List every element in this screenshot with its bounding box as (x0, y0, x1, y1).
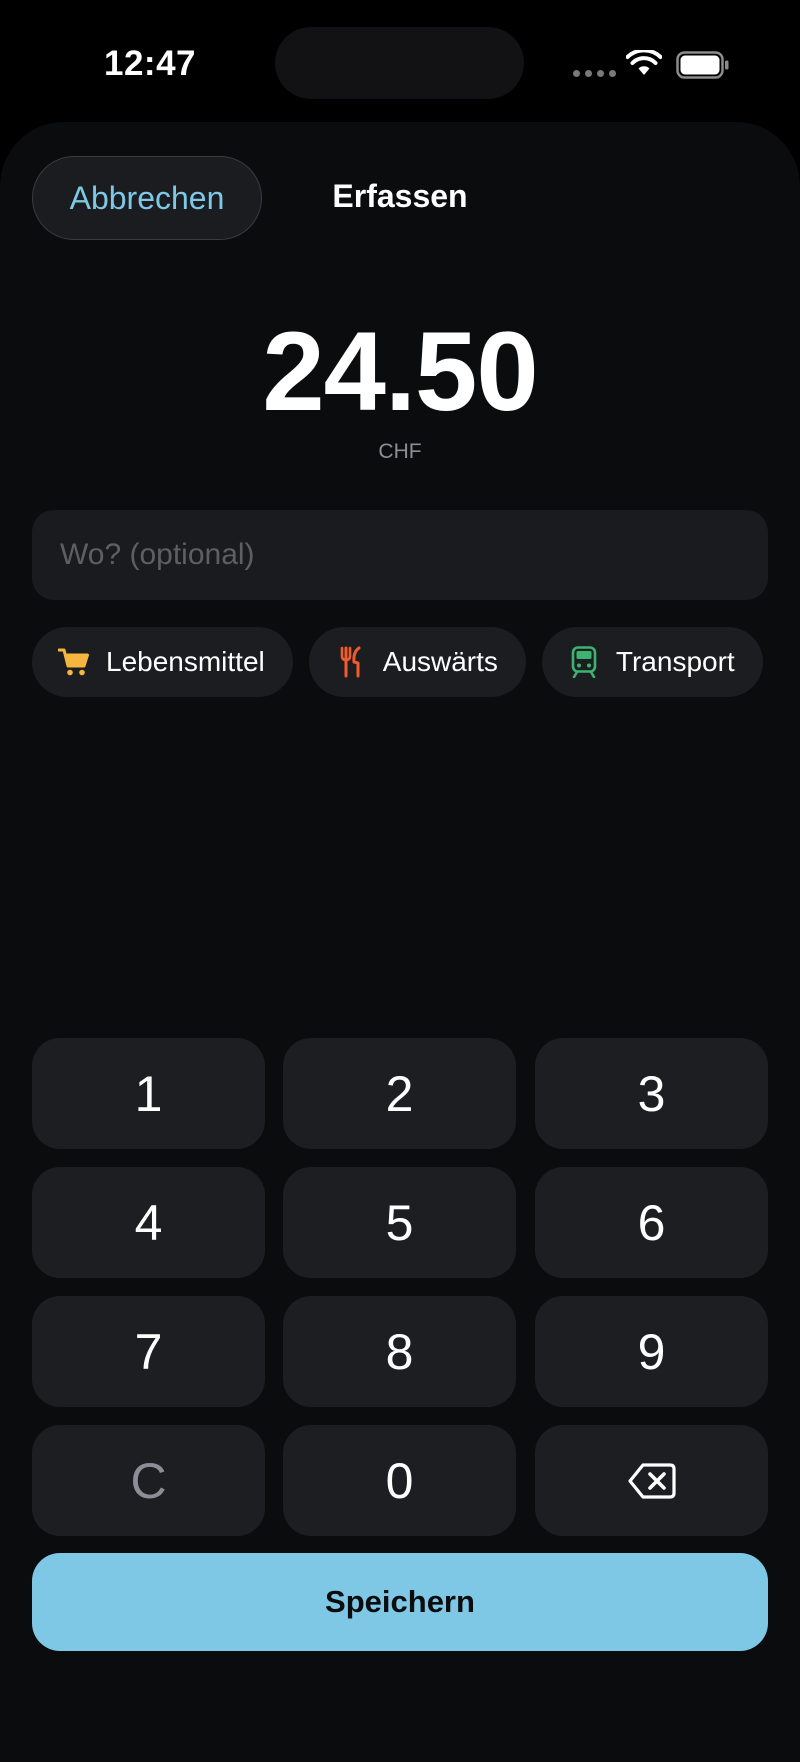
key-2[interactable]: 2 (283, 1038, 516, 1149)
train-icon (568, 646, 600, 678)
wifi-icon (626, 50, 662, 75)
status-time: 12:47 (104, 44, 197, 83)
key-8[interactable]: 8 (283, 1296, 516, 1407)
where-input[interactable] (32, 510, 768, 600)
page-title: Erfassen (332, 178, 468, 214)
status-bar: 12:47 (0, 0, 800, 120)
save-button[interactable]: Speichern (32, 1553, 768, 1651)
fork-knife-icon (335, 646, 367, 678)
key-7[interactable]: 7 (32, 1296, 265, 1407)
key-1[interactable]: 1 (32, 1038, 265, 1149)
key-0[interactable]: 0 (283, 1425, 516, 1536)
category-chip-auswaerts[interactable]: Auswärts (308, 627, 526, 697)
category-chip-label: Lebensmittel (106, 646, 265, 677)
category-chip-transport[interactable]: Transport (541, 627, 763, 697)
category-chip-label: Auswärts (382, 646, 498, 677)
key-5[interactable]: 5 (283, 1167, 516, 1278)
battery-icon (676, 51, 729, 79)
category-chips: Lebensmittel Auswärts Transport (32, 627, 763, 697)
clear-key[interactable]: C (32, 1425, 265, 1536)
shopping-cart-icon (58, 646, 90, 678)
backspace-key[interactable] (535, 1425, 768, 1536)
category-chip-lebensmittel[interactable]: Lebensmittel (32, 627, 293, 697)
amount-display: 24.50 (262, 309, 538, 434)
currency-label: CHF (378, 440, 422, 463)
key-6[interactable]: 6 (535, 1167, 768, 1278)
dynamic-island (275, 27, 524, 99)
cellular-signal-icon (573, 70, 616, 77)
delete-left-icon (627, 1462, 676, 1499)
cancel-button[interactable]: Abbrechen (32, 156, 262, 240)
category-chip-label: Transport (615, 646, 735, 677)
key-4[interactable]: 4 (32, 1167, 265, 1278)
key-3[interactable]: 3 (535, 1038, 768, 1149)
key-9[interactable]: 9 (535, 1296, 768, 1407)
